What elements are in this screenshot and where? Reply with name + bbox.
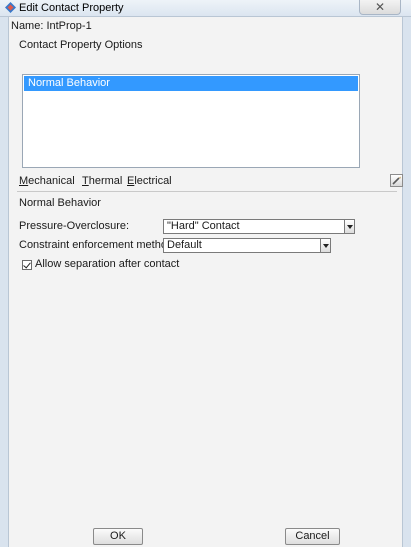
close-button[interactable]: ✕ <box>359 0 401 15</box>
allow-separation-label: Allow separation after contact <box>35 258 180 270</box>
pressure-overclosure-select[interactable]: "Hard" Contact <box>163 219 355 234</box>
menu-mechanical[interactable]: Mechanical <box>19 175 75 187</box>
edit-button[interactable] <box>390 174 403 187</box>
contact-property-options-label: Contact Property Options <box>19 39 143 51</box>
edit-contact-property-dialog: Edit Contact Property ✕ Name: IntProp-1 … <box>0 0 411 547</box>
chevron-down-icon[interactable] <box>320 239 330 252</box>
ok-button[interactable]: OK <box>93 528 143 545</box>
cancel-button[interactable]: Cancel <box>285 528 340 545</box>
app-icon <box>5 2 16 13</box>
close-icon: ✕ <box>374 0 386 14</box>
menu-thermal[interactable]: Thermal <box>82 175 122 187</box>
edit-pencil-icon <box>392 176 401 185</box>
dialog-body: Name: IntProp-1 Contact Property Options… <box>8 17 403 547</box>
menu-electrical[interactable]: Electrical <box>127 175 172 187</box>
name-label: Name: IntProp-1 <box>11 20 92 32</box>
options-menu-bar: Mechanical Thermal Electrical <box>9 173 404 191</box>
title-bar: Edit Contact Property ✕ <box>0 0 411 17</box>
list-item-label: Normal Behavior <box>28 77 110 89</box>
list-item-normal-behavior[interactable]: Normal Behavior <box>24 76 358 91</box>
constraint-enforcement-value: Default <box>167 239 202 251</box>
constraint-enforcement-select[interactable]: Default <box>163 238 331 253</box>
allow-separation-checkbox[interactable] <box>22 260 32 270</box>
chevron-down-icon[interactable] <box>344 220 354 233</box>
window-title: Edit Contact Property <box>19 2 124 14</box>
constraint-enforcement-label: Constraint enforcement method: <box>19 239 177 251</box>
divider <box>17 191 397 192</box>
contact-options-list[interactable]: Normal Behavior <box>22 74 360 168</box>
section-title: Normal Behavior <box>19 197 101 209</box>
pressure-overclosure-label: Pressure-Overclosure: <box>19 220 130 232</box>
pressure-overclosure-value: "Hard" Contact <box>167 220 240 232</box>
